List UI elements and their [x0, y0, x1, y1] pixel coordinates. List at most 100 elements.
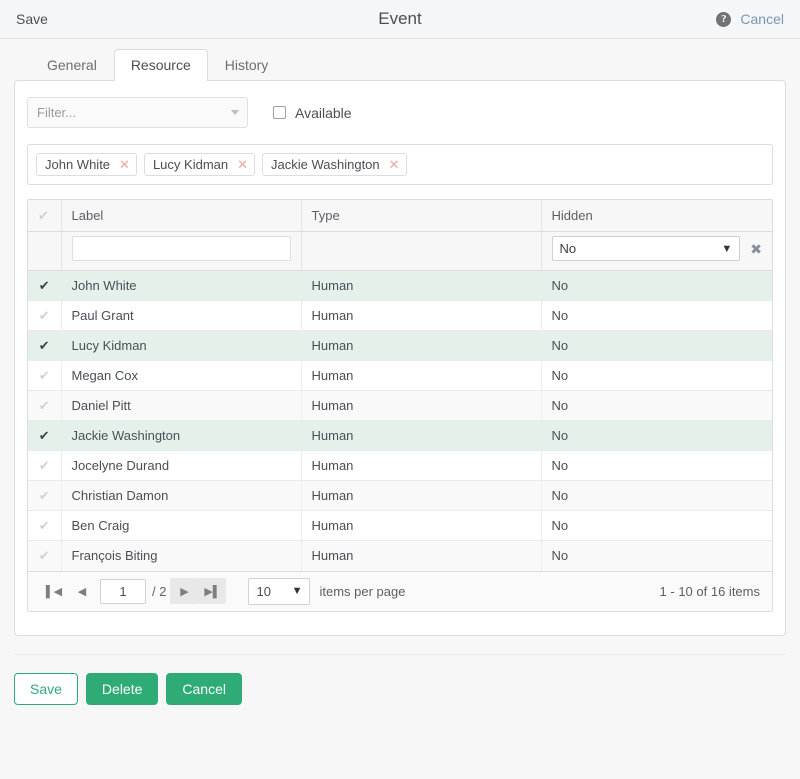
check-icon: ✔	[38, 548, 50, 564]
chip[interactable]: Jackie Washington ✕	[262, 153, 407, 176]
table-row[interactable]: ✔ Megan Cox Human No	[28, 360, 772, 391]
tab-general[interactable]: General	[30, 49, 114, 81]
chip-label: John White	[45, 157, 111, 172]
table-row[interactable]: ✔ Daniel Pitt Human No	[28, 390, 772, 421]
cell-type: Human	[301, 390, 542, 421]
cell-label: Megan Cox	[61, 360, 302, 391]
x-icon[interactable]: ✕	[119, 158, 130, 171]
available-checkbox[interactable]	[273, 106, 286, 119]
row-checkbox[interactable]: ✔	[28, 510, 62, 541]
cell-type: Human	[301, 270, 542, 301]
row-checkbox[interactable]: ✔	[28, 390, 62, 421]
table-row[interactable]: ✔ John White Human No	[28, 270, 772, 301]
cell-type: Human	[301, 480, 542, 511]
table-row[interactable]: ✔ Lucy Kidman Human No	[28, 330, 772, 361]
chip-label: Lucy Kidman	[152, 157, 229, 172]
cell-label: François Biting	[61, 540, 302, 571]
cell-type: Human	[301, 510, 542, 541]
save-button[interactable]: Save	[14, 673, 78, 705]
row-checkbox[interactable]: ✔	[28, 480, 62, 511]
table-row[interactable]: ✔ Paul Grant Human No	[28, 300, 772, 331]
next-page-icon[interactable]: ▶	[170, 578, 199, 604]
cell-label: Christian Damon	[61, 480, 302, 511]
header-actions: ? Cancel	[716, 11, 784, 27]
chevron-down-icon	[231, 110, 239, 115]
cell-hidden: No	[541, 450, 772, 481]
first-page-icon[interactable]: ▌◀	[40, 578, 68, 604]
chip[interactable]: Lucy Kidman ✕	[143, 153, 256, 176]
cell-hidden: No	[541, 480, 772, 511]
chevron-down-icon: ▼	[721, 242, 733, 255]
page-number-input[interactable]	[100, 578, 146, 604]
check-icon[interactable]: ✔	[38, 208, 49, 223]
hidden-filter-select[interactable]: No ▼	[551, 236, 741, 261]
items-per-page-select[interactable]: 10 ▼	[248, 577, 311, 605]
table-row[interactable]: ✔ François Biting Human No	[28, 540, 772, 571]
check-icon: ✔	[38, 278, 50, 293]
header-cancel-button[interactable]: Cancel	[740, 11, 784, 27]
chevron-down-icon: ▼	[291, 585, 303, 597]
filter-dropdown-placeholder: Filter...	[37, 105, 77, 120]
resource-tab-panel: Filter... Available John White ✕ Lucy Ki…	[14, 80, 786, 636]
row-checkbox[interactable]: ✔	[28, 300, 62, 331]
prev-page-icon[interactable]: ◀	[68, 578, 96, 604]
page-total-label: / 2	[152, 583, 167, 599]
table-row[interactable]: ✔ Ben Craig Human No	[28, 510, 772, 541]
row-checkbox[interactable]: ✔	[28, 450, 62, 481]
available-checkbox-group[interactable]: Available	[273, 105, 352, 121]
delete-button[interactable]: Delete	[85, 673, 159, 705]
cell-hidden: No	[541, 420, 772, 451]
selected-resources-chips[interactable]: John White ✕ Lucy Kidman ✕ Jackie Washin…	[27, 144, 773, 185]
tab-history[interactable]: History	[208, 49, 286, 81]
check-icon: ✔	[38, 428, 50, 443]
table-header: ✔ Label Type Hidden No ▼ ✖	[28, 200, 772, 271]
clear-x-icon[interactable]: ✖	[750, 242, 762, 256]
header-save-button[interactable]: Save	[16, 11, 48, 27]
table-row[interactable]: ✔ Christian Damon Human No	[28, 480, 772, 511]
table-row[interactable]: ✔ Jackie Washington Human No	[28, 420, 772, 451]
items-per-page-value: 10	[256, 583, 271, 599]
check-icon: ✔	[38, 518, 50, 533]
check-icon: ✔	[38, 338, 50, 353]
filter-row: Filter... Available	[27, 97, 773, 128]
row-checkbox[interactable]: ✔	[28, 360, 62, 391]
last-page-icon[interactable]: ▶▌	[198, 578, 227, 604]
row-checkbox[interactable]: ✔	[28, 540, 62, 571]
filter-cell-type	[301, 231, 542, 271]
cell-label: John White	[61, 270, 302, 301]
column-header-hidden[interactable]: Hidden	[541, 200, 772, 232]
table-filter-row: No ▼ ✖	[28, 231, 772, 271]
filter-cell-empty	[28, 231, 62, 271]
column-header-type[interactable]: Type	[301, 200, 542, 232]
cell-label: Lucy Kidman	[61, 330, 302, 361]
cell-hidden: No	[541, 360, 772, 391]
row-checkbox[interactable]: ✔	[28, 330, 62, 361]
chip[interactable]: John White ✕	[36, 153, 137, 176]
filter-dropdown[interactable]: Filter...	[27, 97, 248, 128]
window-header: Save Event ? Cancel	[0, 0, 800, 39]
footer-actions: Save Delete Cancel	[0, 655, 800, 705]
check-icon: ✔	[38, 458, 50, 473]
cell-label: Paul Grant	[61, 300, 302, 331]
column-header-label[interactable]: Label	[61, 200, 302, 232]
help-circle-icon[interactable]: ?	[716, 11, 732, 27]
filter-cell-label	[61, 231, 302, 271]
tab-resource[interactable]: Resource	[113, 49, 208, 81]
x-icon[interactable]: ✕	[237, 158, 248, 171]
label-filter-input[interactable]	[71, 236, 291, 261]
cell-label: Jocelyne Durand	[61, 450, 302, 481]
cancel-button[interactable]: Cancel	[166, 673, 242, 705]
cell-type: Human	[301, 540, 542, 571]
filter-cell-hidden: No ▼ ✖	[541, 231, 772, 271]
available-checkbox-label: Available	[295, 104, 352, 121]
table-row[interactable]: ✔ Jocelyne Durand Human No	[28, 450, 772, 481]
cell-label: Jackie Washington	[61, 420, 302, 451]
row-checkbox[interactable]: ✔	[28, 270, 62, 301]
cell-hidden: No	[541, 390, 772, 421]
cell-hidden: No	[541, 300, 772, 331]
tab-strip: General Resource History	[0, 39, 800, 81]
x-icon[interactable]: ✕	[389, 158, 400, 171]
select-all-header[interactable]: ✔	[28, 200, 62, 232]
cell-hidden: No	[541, 540, 772, 571]
row-checkbox[interactable]: ✔	[28, 420, 62, 451]
